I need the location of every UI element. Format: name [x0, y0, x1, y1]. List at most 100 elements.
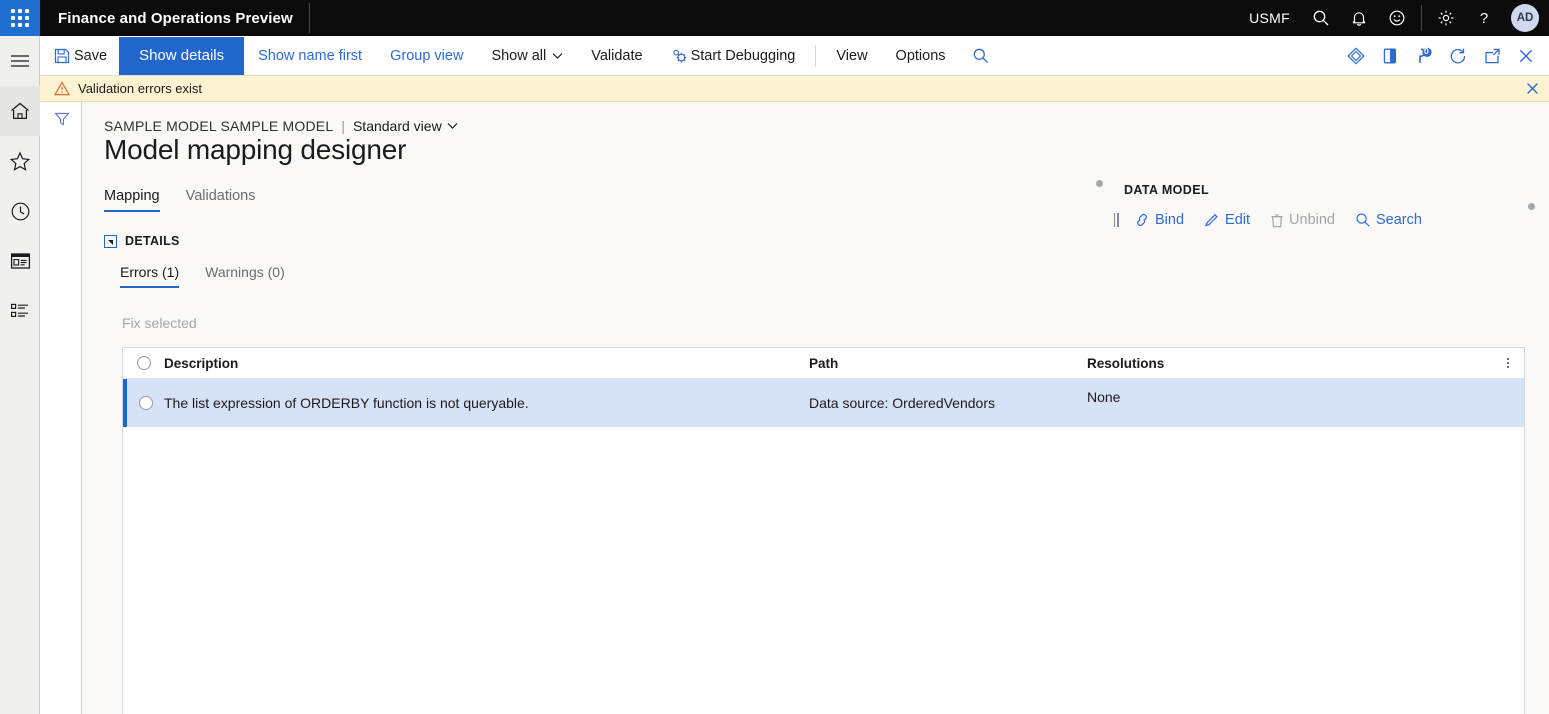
action-pane: Save Show details Show name first Group …	[40, 36, 1549, 76]
show-all-dropdown[interactable]: Show all	[477, 36, 577, 76]
show-details-button[interactable]: Show details	[119, 36, 245, 75]
save-icon	[54, 48, 70, 64]
details-section-label: DETAILS	[125, 234, 180, 248]
hamburger-icon[interactable]	[0, 36, 40, 86]
grid-options-kebab-icon[interactable]	[1500, 354, 1516, 372]
panel-resize-dot[interactable]	[1096, 180, 1103, 187]
avatar[interactable]: AD	[1511, 4, 1539, 32]
pencil-icon	[1204, 213, 1220, 228]
toolbar-right-icons: 0	[1339, 36, 1549, 76]
chevron-down-icon	[552, 52, 563, 60]
top-bar: Finance and Operations Preview USMF ? AD	[0, 0, 1549, 36]
star-icon[interactable]	[0, 136, 40, 186]
message-bar-close-icon[interactable]	[1515, 76, 1549, 102]
unbind-label: Unbind	[1289, 212, 1335, 228]
breadcrumb-view-selector[interactable]: Standard view	[353, 118, 458, 134]
trash-icon	[1270, 213, 1284, 228]
data-model-title: DATA MODEL	[1124, 183, 1210, 197]
start-debugging-button[interactable]: Start Debugging	[657, 36, 810, 76]
column-header-path[interactable]: Path	[809, 356, 1087, 371]
workspace-icon[interactable]	[0, 236, 40, 286]
grid-header-row: Description Path Resolutions	[123, 348, 1524, 379]
svg-text:?: ?	[1480, 10, 1488, 27]
company-selector[interactable]: USMF	[1237, 10, 1302, 26]
topbar-divider	[308, 3, 310, 33]
save-label: Save	[74, 47, 108, 64]
page-tabs: Mapping Validations	[104, 188, 255, 212]
tab-mapping[interactable]: Mapping	[104, 188, 160, 212]
breadcrumb: SAMPLE MODEL SAMPLE MODEL | Standard vie…	[104, 118, 458, 134]
app-title: Finance and Operations Preview	[58, 9, 293, 27]
edit-label: Edit	[1225, 212, 1251, 228]
toolbar-search-icon[interactable]	[960, 47, 1002, 65]
options-button[interactable]: Options	[882, 36, 960, 76]
message-bar-text: Validation errors exist	[78, 81, 203, 96]
notification-badge: 0	[1424, 45, 1429, 56]
select-all-cell	[123, 356, 164, 370]
filter-funnel-icon[interactable]	[42, 102, 82, 136]
attach-icon[interactable]	[1339, 36, 1373, 76]
details-subtabs: Errors (1) Warnings (0)	[120, 264, 285, 288]
waffle-icon[interactable]	[0, 0, 40, 36]
toolbar-divider	[815, 44, 817, 67]
clock-icon[interactable]	[0, 186, 40, 236]
view-button[interactable]: View	[822, 36, 881, 76]
show-all-label: Show all	[491, 47, 547, 64]
page-content: SAMPLE MODEL SAMPLE MODEL | Standard vie…	[82, 102, 1549, 714]
chevron-down-icon	[447, 122, 458, 130]
panel-resize-dot-right[interactable]	[1528, 203, 1535, 210]
message-bar: Validation errors exist	[40, 76, 1549, 102]
topbar-divider-2	[1421, 5, 1422, 31]
close-icon[interactable]	[1509, 36, 1543, 76]
tab-validations[interactable]: Validations	[186, 188, 256, 212]
drag-grip-icon[interactable]	[1108, 213, 1124, 227]
fix-selected-button[interactable]: Fix selected	[122, 315, 197, 331]
validation-grid: Description Path Resolutions The list ex…	[122, 347, 1525, 714]
debug-gear-icon	[671, 48, 688, 64]
warning-triangle-icon	[40, 81, 70, 96]
search-icon[interactable]	[1302, 0, 1340, 36]
select-all-radio[interactable]	[136, 356, 151, 370]
breadcrumb-separator: |	[341, 118, 345, 134]
start-debugging-label: Start Debugging	[690, 47, 796, 64]
help-icon[interactable]: ?	[1465, 0, 1503, 36]
cell-path: Data source: OrderedVendors	[809, 395, 995, 411]
table-row[interactable]: The list expression of ORDERBY function …	[123, 379, 1524, 427]
subtab-errors[interactable]: Errors (1)	[120, 264, 180, 288]
bell-icon[interactable]	[1340, 0, 1378, 36]
collapse-expander-icon[interactable]	[104, 234, 117, 248]
gear-icon[interactable]	[1427, 0, 1465, 36]
open-in-new-window-icon[interactable]	[1373, 36, 1407, 76]
top-bar-right: USMF ? AD	[1237, 0, 1549, 36]
breadcrumb-model: SAMPLE MODEL SAMPLE MODEL	[104, 118, 334, 134]
home-icon[interactable]	[0, 86, 40, 136]
group-view-button[interactable]: Group view	[376, 36, 477, 76]
column-header-description[interactable]: Description	[164, 356, 809, 371]
column-header-resolutions[interactable]: Resolutions	[1087, 356, 1524, 371]
search-label: Search	[1375, 212, 1422, 228]
refresh-icon[interactable]	[1441, 36, 1475, 76]
details-section-header[interactable]: DETAILS	[104, 234, 180, 248]
cell-description: The list expression of ORDERBY function …	[164, 394, 529, 411]
pin-notification-icon[interactable]: 0	[1407, 36, 1441, 76]
feedback-smiley-icon[interactable]	[1378, 0, 1416, 36]
data-model-toolbar: Bind Edit Unbind Search	[1108, 210, 1432, 230]
page-title: Model mapping designer	[104, 134, 407, 165]
validate-button[interactable]: Validate	[577, 36, 656, 76]
show-name-first-button[interactable]: Show name first	[244, 36, 376, 76]
bind-label: Bind	[1155, 212, 1185, 228]
filter-column	[42, 102, 82, 714]
search-button[interactable]: Search	[1345, 210, 1432, 230]
breadcrumb-view-label: Standard view	[352, 118, 442, 134]
edit-button[interactable]: Edit	[1194, 210, 1260, 230]
row-select-radio[interactable]	[138, 396, 153, 410]
left-nav-rail	[0, 36, 40, 714]
unbind-button: Unbind	[1260, 210, 1345, 230]
bind-button[interactable]: Bind	[1124, 210, 1194, 230]
link-icon	[1134, 213, 1150, 227]
popout-icon[interactable]	[1475, 36, 1509, 76]
list-icon[interactable]	[0, 286, 40, 336]
search-icon	[1355, 212, 1371, 228]
subtab-warnings[interactable]: Warnings (0)	[205, 264, 285, 288]
save-button[interactable]: Save	[40, 36, 119, 76]
